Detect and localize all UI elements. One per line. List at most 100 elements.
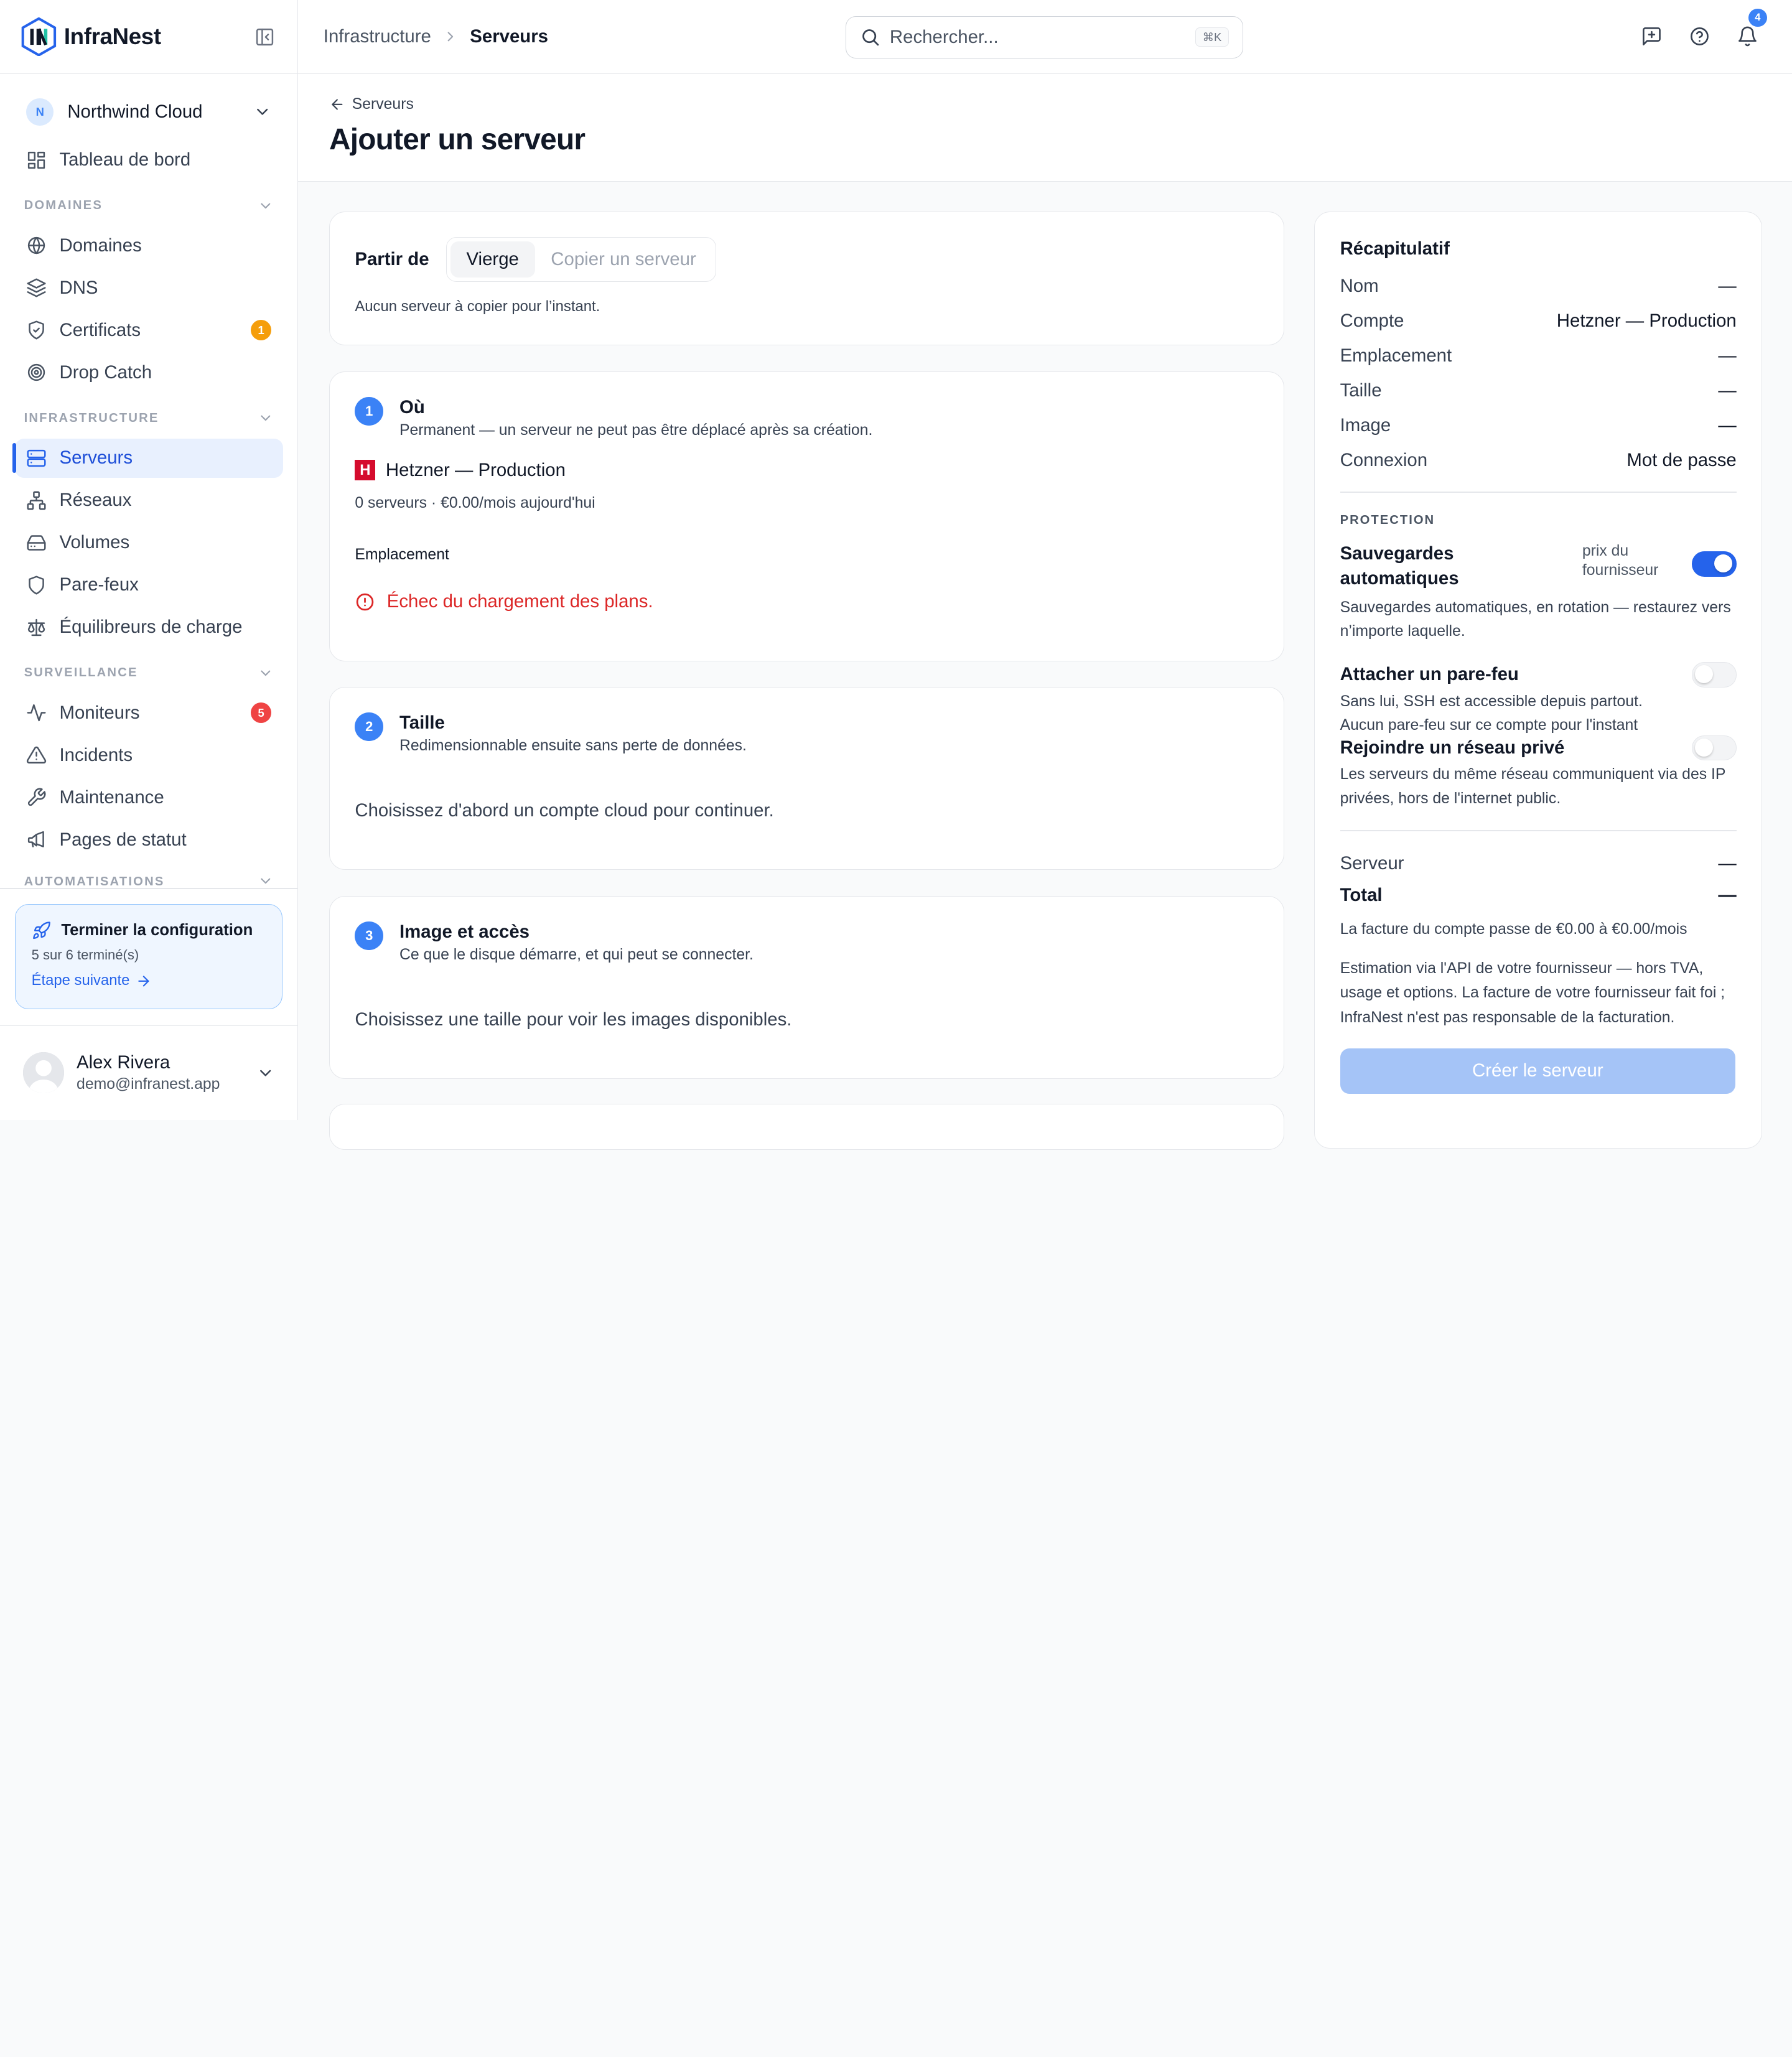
page-header: Serveurs Ajouter un serveur xyxy=(298,74,1792,182)
divider xyxy=(1340,830,1737,832)
option-vierge[interactable]: Vierge xyxy=(450,241,535,278)
firewall-option: Attacher un pare-feu Sans lui, SSH est a… xyxy=(1340,662,1737,737)
summary-rows: Nom — Compte Hetzner — Production Emplacem… xyxy=(1340,269,1737,478)
section-automatisations[interactable]: AUTOMATISATIONS xyxy=(15,869,283,889)
collapse-sidebar-icon[interactable] xyxy=(254,27,275,47)
sidebar-item-domaines[interactable]: Domaines xyxy=(15,226,283,265)
sidebar-item-reseaux[interactable]: Réseaux xyxy=(15,481,283,520)
summary-label: Taille xyxy=(1340,380,1382,401)
back-link[interactable]: Serveurs xyxy=(329,96,1761,113)
next-step-label: Étape suivante xyxy=(31,972,130,989)
hard-drive-icon xyxy=(27,534,46,551)
user-menu[interactable]: Alex Rivera demo@infranest.app xyxy=(0,1025,298,1120)
breadcrumb-infrastructure[interactable]: Infrastructure xyxy=(324,26,431,47)
sidebar-item-label: Réseaux xyxy=(59,490,132,511)
summary-label: Connexion xyxy=(1340,449,1428,470)
sidebar-item-label: Pare-feux xyxy=(59,574,139,595)
setup-progress: 5 sur 6 terminé(s) xyxy=(31,946,139,963)
layout-grid-icon xyxy=(28,151,45,169)
step-title: Image et accès xyxy=(399,921,530,943)
chevron-down-icon xyxy=(258,665,274,681)
section-infrastructure[interactable]: INFRASTRUCTURE xyxy=(15,401,283,436)
create-server-button[interactable]: Créer le serveur xyxy=(1340,1048,1736,1094)
wrench-icon xyxy=(28,788,46,806)
org-name: Northwind Cloud xyxy=(67,101,203,122)
location-label: Emplacement xyxy=(355,546,449,563)
setup-title: Terminer la configuration xyxy=(61,921,253,939)
page-title: Ajouter un serveur xyxy=(329,123,586,156)
sidebar-item-dashboard[interactable]: Tableau de bord xyxy=(15,141,283,179)
summary-label: Nom xyxy=(1340,275,1379,296)
option-note: prix du fournisseur xyxy=(1582,542,1659,579)
sidebar-item-label: Équilibreurs de charge xyxy=(59,617,243,638)
layers-icon xyxy=(27,278,46,297)
sidebar-item-label: Incidents xyxy=(59,744,133,765)
sidebar-item-pages-statut[interactable]: Pages de statut xyxy=(15,820,283,859)
org-switcher[interactable]: N Northwind Cloud xyxy=(15,87,283,138)
sidebar-item-label: Tableau de bord xyxy=(59,149,191,170)
sidebar-item-volumes[interactable]: Volumes xyxy=(15,523,283,562)
sidebar-item-certificats[interactable]: Certificats 1 xyxy=(15,310,283,349)
sidebar-item-equilibreurs[interactable]: Équilibreurs de charge xyxy=(15,608,283,646)
avatar xyxy=(22,1052,64,1094)
step-where-card: 1 Où Permanent — un serveur ne peut pas … xyxy=(329,371,1285,662)
summary-label: Compte xyxy=(1340,310,1404,331)
rocket-icon xyxy=(32,921,50,939)
summary-label: Emplacement xyxy=(1340,345,1452,366)
next-step-card xyxy=(329,1104,1285,1150)
next-step-link[interactable]: Étape suivante xyxy=(32,972,266,989)
feedback-icon[interactable] xyxy=(1627,26,1675,47)
provider-meta: 0 serveurs · €0.00/mois aujourd'hui xyxy=(355,494,595,511)
sidebar-item-pare-feux[interactable]: Pare-feux xyxy=(15,566,283,604)
section-domaines[interactable]: DOMAINES xyxy=(15,189,283,223)
section-surveillance[interactable]: SURVEILLANCE xyxy=(15,656,283,690)
sidebar-item-incidents[interactable]: Incidents xyxy=(15,736,283,775)
bill-change: La facture du compte passe de €0.00 à €0… xyxy=(1340,920,1687,938)
provider-account[interactable]: H Hetzner — Production xyxy=(355,460,1259,481)
chevron-down-icon xyxy=(258,198,274,214)
setup-progress-card[interactable]: Terminer la configuration 5 sur 6 termin… xyxy=(14,903,282,1009)
summary-row: Emplacement — xyxy=(1340,338,1737,373)
sidebar-item-label: Pages de statut xyxy=(59,829,187,850)
summary-row: Image — xyxy=(1340,408,1737,443)
search-box[interactable]: ⌘K xyxy=(846,16,1244,58)
backups-toggle[interactable] xyxy=(1692,551,1737,577)
step-title: Taille xyxy=(399,712,445,734)
infranest-logo-icon xyxy=(21,17,57,57)
step-message: Choisissez d'abord un compte cloud pour … xyxy=(355,800,774,821)
firewall-toggle[interactable] xyxy=(1692,662,1737,688)
notification-badge: 4 xyxy=(1748,8,1767,27)
app-name: InfraNest xyxy=(63,24,161,50)
chevron-down-icon xyxy=(258,873,274,889)
section-label: SURVEILLANCE xyxy=(24,666,138,680)
provider-name: Hetzner — Production xyxy=(385,459,566,480)
start-from-toggle: Vierge Copier un serveur xyxy=(446,237,716,282)
server-icon xyxy=(27,449,46,467)
step-number: 3 xyxy=(355,921,384,951)
divider xyxy=(0,888,298,889)
search-input[interactable] xyxy=(889,26,1176,48)
sidebar-item-maintenance[interactable]: Maintenance xyxy=(15,778,283,816)
chevron-down-icon xyxy=(256,1064,274,1082)
sidebar-item-serveurs[interactable]: Serveurs xyxy=(12,439,283,478)
summary-value: — xyxy=(1718,275,1737,296)
sidebar-item-drop-catch[interactable]: Drop Catch xyxy=(15,353,283,391)
step-title: Où xyxy=(399,397,425,418)
main-content: Infrastructure Serveurs ⌘K 4 xyxy=(298,0,1792,1150)
help-icon[interactable] xyxy=(1676,26,1724,47)
user-name: Alex Rivera xyxy=(77,1052,170,1073)
sidebar-item-label: Maintenance xyxy=(59,786,164,808)
option-copier-serveur[interactable]: Copier un serveur xyxy=(535,241,712,278)
sidebar-item-dns[interactable]: DNS xyxy=(15,269,283,307)
start-from-card: Partir de Vierge Copier un serveur Aucun… xyxy=(329,211,1285,345)
bell-icon[interactable]: 4 xyxy=(1724,8,1771,47)
private-network-toggle[interactable] xyxy=(1692,735,1737,761)
sidebar-item-moniteurs[interactable]: Moniteurs 5 xyxy=(15,694,283,732)
sidebar-item-label: Certificats xyxy=(59,319,141,340)
user-email: demo@infranest.app xyxy=(77,1076,220,1093)
option-description: Sauvegardes automatiques, en rotation — … xyxy=(1340,599,1731,640)
summary-row: Compte Hetzner — Production xyxy=(1340,304,1737,338)
option-description: Aucun pare-feu sur ce compte pour l'inst… xyxy=(1340,717,1638,734)
section-label: AUTOMATISATIONS xyxy=(24,874,165,889)
topbar: Infrastructure Serveurs ⌘K 4 xyxy=(298,0,1792,75)
